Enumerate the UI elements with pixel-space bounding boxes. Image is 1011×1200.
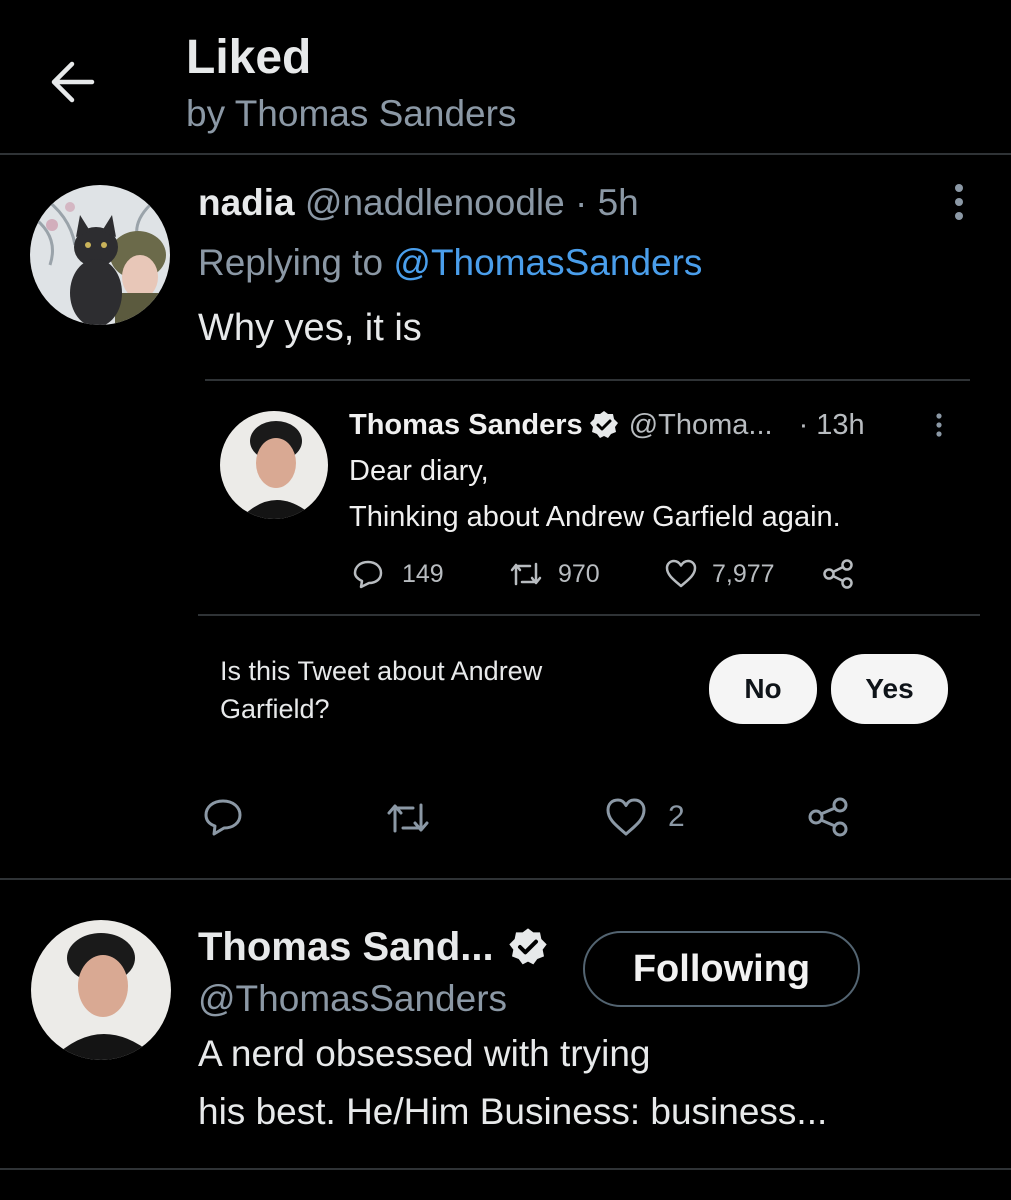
user-bio-line-2: his best. He/Him Business: business... <box>198 1091 828 1132</box>
tweet-separator: · <box>574 182 588 223</box>
prompt-line-2: Garfield? <box>220 694 330 724</box>
page-subtitle: by Thomas Sanders <box>186 93 517 134</box>
nadia-avatar[interactable] <box>30 185 170 325</box>
quoted-timestamp[interactable]: · 13h <box>799 406 865 444</box>
verified-badge-icon <box>508 928 547 965</box>
quoted-share-button[interactable] <box>821 558 855 590</box>
quoted-author-avatar[interactable] <box>220 411 328 519</box>
tweet-timestamp[interactable]: 5h <box>598 182 639 223</box>
quoted-reply-stat[interactable]: 149 <box>352 558 444 590</box>
prompt-no-button[interactable]: No <box>709 654 817 724</box>
user-name-row: Thomas Sand... <box>198 922 548 972</box>
tweet-more-button[interactable] <box>944 182 974 222</box>
user-handle[interactable]: @ThomasSanders <box>198 976 507 1022</box>
page-title: Liked <box>186 31 312 84</box>
more-vertical-icon <box>955 184 963 220</box>
quoted-like-count: 7,977 <box>712 559 775 588</box>
heart-icon <box>606 798 646 836</box>
quoted-retweet-count: 970 <box>558 559 600 588</box>
tweet-author-name[interactable]: nadia <box>198 182 295 223</box>
reply-icon <box>353 560 383 589</box>
quoted-header: Thomas Sanders @Thoma... · 13h <box>349 406 865 444</box>
retweet-icon <box>387 803 429 833</box>
share-button[interactable] <box>806 796 850 838</box>
back-arrow-icon <box>51 61 95 103</box>
more-vertical-icon <box>936 413 942 437</box>
quoted-reply-count: 149 <box>402 559 444 588</box>
share-icon <box>823 559 853 589</box>
reply-button[interactable] <box>202 796 244 838</box>
user-display-name[interactable]: Thomas Sand... <box>198 922 494 972</box>
share-icon <box>808 797 848 837</box>
like-count: 2 <box>668 800 685 833</box>
quote-top-divider <box>205 379 970 381</box>
tweet-header: nadia @naddlenoodle · 5h <box>198 180 639 226</box>
user-bio-line-1: A nerd obsessed with trying <box>198 1033 651 1074</box>
quoted-retweet-stat[interactable]: 970 <box>508 558 600 590</box>
replying-to-link[interactable]: @ThomasSanders <box>393 242 702 283</box>
prompt-line-1: Is this Tweet about Andrew <box>220 656 543 686</box>
heart-icon <box>665 559 697 588</box>
user-card-divider <box>0 1168 1011 1170</box>
verified-badge-icon <box>589 411 618 438</box>
reply-icon <box>204 799 242 836</box>
replying-prefix: Replying to <box>198 242 384 283</box>
like-button[interactable]: 2 <box>604 796 685 838</box>
following-button[interactable]: Following <box>583 931 860 1007</box>
quoted-author-name[interactable]: Thomas Sanders <box>349 406 583 444</box>
retweet-button[interactable] <box>384 798 432 838</box>
quoted-like-stat[interactable]: 7,977 <box>664 558 775 590</box>
tweet-author-handle[interactable]: @naddlenoodle <box>305 182 565 223</box>
header-divider <box>0 153 1011 155</box>
quote-bottom-divider <box>198 614 980 616</box>
quoted-line-1: Dear diary, <box>349 455 489 487</box>
user-avatar[interactable] <box>31 920 171 1060</box>
quoted-more-button[interactable] <box>931 411 947 441</box>
quoted-line-2: Thinking about Andrew Garfield again. <box>349 501 841 533</box>
replying-to: Replying to @ThomasSanders <box>198 240 702 286</box>
retweet-icon <box>510 562 542 586</box>
tweet-divider <box>0 878 1011 880</box>
tweet-text: Why yes, it is <box>198 307 422 349</box>
prompt-yes-button[interactable]: Yes <box>831 654 948 724</box>
quoted-author-handle[interactable]: @Thoma... <box>629 406 773 444</box>
back-button[interactable] <box>44 54 100 110</box>
